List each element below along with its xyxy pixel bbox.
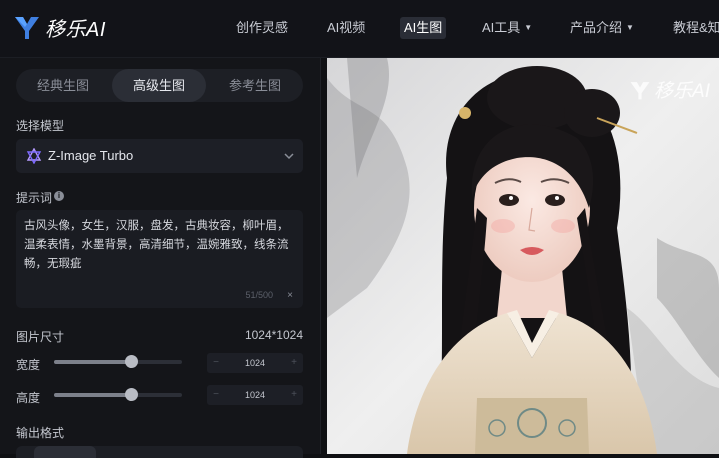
model-select[interactable]: Z-Image Turbo — [16, 139, 303, 173]
nav-item-inspiration[interactable]: 创作灵感 — [236, 17, 288, 39]
generation-settings-panel: 经典生图 高级生图 参考生图 选择模型 Z-Image Turbo 提示词 i … — [0, 58, 321, 458]
width-increment-button[interactable]: + — [285, 353, 303, 373]
width-stepper-value[interactable]: 1024 — [225, 353, 285, 373]
tab-advanced[interactable]: 高级生图 — [112, 69, 206, 102]
height-stepper-value[interactable]: 1024 — [225, 385, 285, 405]
nav-item-label: 产品介绍 — [570, 20, 623, 35]
height-slider-fill — [54, 393, 131, 397]
width-slider[interactable] — [54, 355, 182, 368]
nav-item-label: AI视频 — [327, 20, 366, 35]
nav-item-tutorials[interactable]: 教程&知 — [673, 17, 719, 39]
output-format-selected[interactable] — [34, 446, 96, 458]
prompt-text: 古风头像，女生，汉服，盘发，古典妆容，柳叶眉，温柔表情，水墨背景，高清细节，温婉… — [24, 220, 289, 270]
width-decrement-button[interactable]: − — [207, 353, 225, 373]
prompt-char-counter: 51/500 — [245, 290, 273, 300]
nav-item-ai-image[interactable]: AI生图 — [400, 17, 447, 39]
prompt-label: 提示词 — [16, 191, 53, 205]
mode-tabs: 经典生图 高级生图 参考生图 — [16, 69, 303, 102]
height-label: 高度 — [16, 391, 41, 405]
height-decrement-button[interactable]: − — [207, 385, 225, 405]
chevron-down-icon: ▼ — [524, 23, 533, 32]
model-select-value: Z-Image Turbo — [48, 148, 134, 163]
watermark-logo-icon — [630, 81, 650, 99]
width-slider-fill — [54, 360, 131, 364]
nav-item-label: 创作灵感 — [236, 20, 289, 35]
model-label: 选择模型 — [16, 119, 65, 133]
chevron-down-icon — [284, 153, 294, 160]
nav-item-label: AI工具 — [482, 20, 521, 35]
nav-item-label: 教程&知 — [673, 20, 719, 35]
watermark: 移乐AI — [629, 76, 710, 103]
nav-item-ai-tools[interactable]: AI工具 ▼ — [482, 17, 532, 39]
generated-image-preview[interactable]: 移乐AI — [327, 58, 719, 454]
nav-item-products[interactable]: 产品介绍 ▼ — [570, 17, 634, 39]
watermark-text: 移乐AI — [654, 81, 710, 102]
height-stepper[interactable]: − 1024 + — [207, 385, 303, 405]
model-icon — [26, 148, 42, 164]
height-slider-thumb[interactable] — [124, 388, 138, 401]
main-nav: 创作灵感 AI视频 AI生图 AI工具 ▼ 产品介绍 ▼ 教程&知 — [0, 17, 719, 39]
width-label: 宽度 — [16, 358, 41, 372]
clear-prompt-icon[interactable]: × — [287, 290, 293, 301]
output-format-label: 输出格式 — [16, 426, 65, 440]
image-size-value: 1024*1024 — [244, 328, 303, 342]
tab-reference[interactable]: 参考生图 — [208, 69, 302, 102]
chevron-down-icon: ▼ — [626, 23, 634, 32]
tab-classic[interactable]: 经典生图 — [16, 69, 110, 102]
generated-portrait-image — [327, 58, 719, 454]
output-format-options[interactable] — [16, 446, 303, 458]
prompt-input[interactable]: 古风头像，女生，汉服，盘发，古典妆容，柳叶眉，温柔表情，水墨背景，高清细节，温婉… — [16, 210, 303, 308]
image-size-label: 图片尺寸 — [16, 330, 65, 344]
width-stepper[interactable]: − 1024 + — [207, 353, 303, 373]
nav-item-ai-video[interactable]: AI视频 — [327, 17, 365, 39]
nav-item-label: AI生图 — [404, 20, 443, 35]
info-icon[interactable]: i — [54, 191, 64, 201]
height-slider[interactable] — [54, 388, 182, 401]
width-slider-thumb[interactable] — [124, 355, 138, 368]
height-increment-button[interactable]: + — [285, 385, 303, 405]
top-navigation-bar: 移乐AI 创作灵感 AI视频 AI生图 AI工具 ▼ 产品介绍 ▼ 教程&知 — [0, 0, 719, 58]
